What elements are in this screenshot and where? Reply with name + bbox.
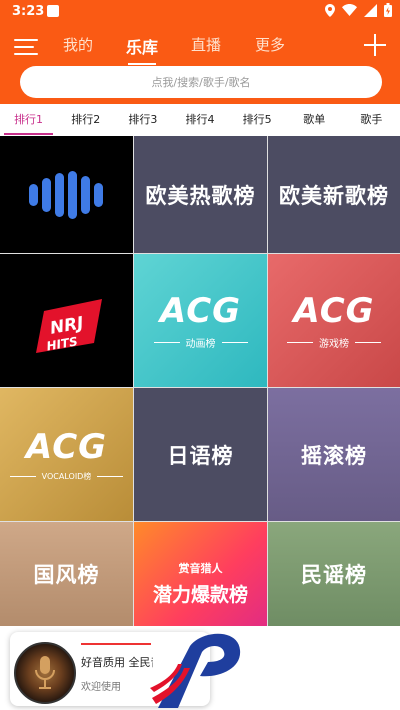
status-time: 3:23 <box>12 4 45 19</box>
acg-logo: ACG <box>293 291 375 331</box>
chart-tile-nrj[interactable]: NRJ HITS <box>0 254 133 387</box>
app-header: 我的 乐库 直播 更多 点我/搜索/歌手/歌名 <box>0 24 400 104</box>
chart-tile-acg-vocaloid[interactable]: ACG VOCALOID榜 <box>0 388 133 521</box>
tile-label: 日语榜 <box>167 443 234 468</box>
tile-sublabel: VOCALOID榜 <box>41 472 92 481</box>
mini-player[interactable]: 好音质用 全民音乐 欢迎使用 <box>10 628 400 710</box>
chart-grid: 欧美热歌榜 欧美新歌榜 NRJ HITS ACG 动画榜 ACG 游戏榜 ACG… <box>0 136 400 626</box>
subtab-singers[interactable]: 歌手 <box>343 104 400 136</box>
ranking-subtabs: 排行1 排行2 排行3 排行4 排行5 歌单 歌手 <box>0 104 400 136</box>
chart-tile-western-new[interactable]: 欧美新歌榜 <box>268 136 400 253</box>
subtab-rank3[interactable]: 排行3 <box>114 104 171 136</box>
tile-toplabel: 赏音猎人 <box>178 562 223 575</box>
progress-bar <box>81 643 151 645</box>
player-title: 好音质用 全民音乐 <box>81 656 153 669</box>
menu-icon[interactable] <box>14 38 38 56</box>
acg-logo: ACG <box>25 427 108 467</box>
tile-sublabel: 动画榜 <box>185 339 216 350</box>
notification-icon <box>47 5 59 17</box>
chart-tile-acg-anime[interactable]: ACG 动画榜 <box>134 254 267 387</box>
subtab-rank1[interactable]: 排行1 <box>0 104 57 136</box>
status-bar: 3:23 <box>0 0 400 24</box>
subtab-rank5[interactable]: 排行5 <box>229 104 286 136</box>
tile-sublabel: 游戏榜 <box>319 339 349 350</box>
chart-tile-potential[interactable]: 赏音猎人 潜力爆款榜 <box>134 522 267 626</box>
tab-mine[interactable]: 我的 <box>63 34 93 55</box>
tab-library[interactable]: 乐库 <box>126 34 158 65</box>
album-disc[interactable] <box>14 642 76 704</box>
player-subtitle: 欢迎使用 <box>81 682 121 693</box>
subtab-rank2[interactable]: 排行2 <box>57 104 114 136</box>
chart-tile-rock[interactable]: 摇滚榜 <box>268 388 400 521</box>
chart-tile-guofeng[interactable]: 国风榜 <box>0 522 133 626</box>
subtab-playlists[interactable]: 歌单 <box>286 104 343 136</box>
chart-tile-japanese[interactable]: 日语榜 <box>134 388 267 521</box>
tab-live[interactable]: 直播 <box>191 34 221 55</box>
battery-icon <box>384 3 392 17</box>
location-icon <box>325 3 335 17</box>
tile-label: 民谣榜 <box>301 563 367 587</box>
tile-label: 欧美热歌榜 <box>145 183 256 208</box>
acg-logo: ACG <box>159 291 242 331</box>
tile-label: 国风榜 <box>33 563 100 587</box>
chart-tile-wave[interactable] <box>0 136 133 253</box>
wifi-icon <box>342 4 357 16</box>
search-placeholder: 点我/搜索/歌手/歌名 <box>151 76 251 89</box>
add-icon[interactable] <box>364 34 386 56</box>
chart-tile-western-hot[interactable]: 欧美热歌榜 <box>134 136 267 253</box>
tile-label: 摇滚榜 <box>301 443 367 468</box>
app-logo-icon <box>150 633 241 708</box>
tab-more[interactable]: 更多 <box>255 34 285 55</box>
tile-label: 潜力爆款榜 <box>152 584 248 606</box>
nrj-hits-logo: NRJ HITS <box>35 298 102 353</box>
search-input[interactable]: 点我/搜索/歌手/歌名 <box>20 66 382 98</box>
chart-tile-folk[interactable]: 民谣榜 <box>268 522 400 626</box>
signal-icon <box>364 3 377 17</box>
tile-label: 欧美新歌榜 <box>279 183 389 208</box>
status-icons <box>325 3 392 17</box>
microphone-icon <box>35 656 55 689</box>
chart-tile-acg-game[interactable]: ACG 游戏榜 <box>268 254 400 387</box>
subtab-rank4[interactable]: 排行4 <box>171 104 228 136</box>
soundwave-icon <box>28 170 103 219</box>
